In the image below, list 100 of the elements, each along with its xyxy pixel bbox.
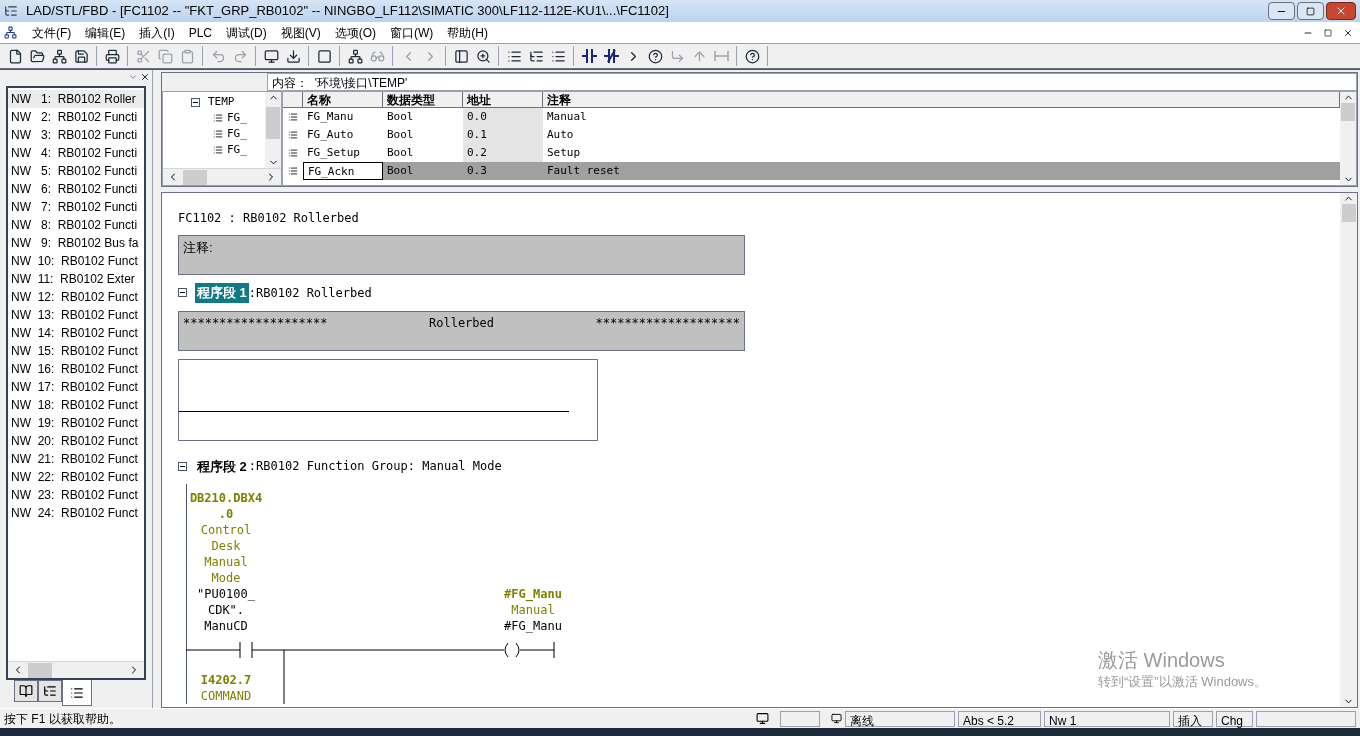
scroll-thumb[interactable] [1341, 204, 1356, 222]
save-icon [73, 48, 89, 64]
menu-item[interactable]: PLC [181, 23, 219, 42]
column-header[interactable]: 数据类型 [383, 92, 463, 107]
tree-label[interactable]: TEMP [208, 94, 235, 110]
network-label[interactable]: 程序段 1 [195, 283, 249, 303]
table-row[interactable]: FG_Setup Bool 0.2 Setup [283, 144, 1340, 162]
tree-item[interactable]: FG_ [227, 142, 247, 158]
close-icon [1343, 27, 1353, 38]
block-comment-box[interactable]: 注释: [178, 235, 745, 275]
network-list-item[interactable]: NW 16: RB0102 Funct [8, 360, 144, 378]
panel-tab[interactable] [14, 680, 38, 702]
restore-icon [1324, 28, 1332, 37]
column-header[interactable]: 名称 [303, 92, 383, 107]
network-list-item[interactable]: NW 4: RB0102 Functi [8, 144, 144, 162]
expander-icon[interactable] [178, 288, 187, 298]
network-list-item[interactable]: NW 22: RB0102 Funct [8, 468, 144, 486]
restore-button[interactable] [1297, 2, 1324, 20]
horizontal-scrollbar[interactable] [8, 661, 144, 678]
close-icon[interactable] [140, 72, 150, 82]
comment-label: 注释: [183, 240, 213, 255]
network-list-item[interactable]: NW 10: RB0102 Funct [8, 252, 144, 270]
table-cell-text: Auto [546, 127, 575, 143]
table-row[interactable]: FG_Auto Bool 0.1 Auto [283, 126, 1340, 144]
expander-icon[interactable] [178, 461, 187, 471]
network-list-item[interactable]: NW 6: RB0102 Functi [8, 180, 144, 198]
contact-symbol: CDK". [207, 602, 245, 618]
coil-symbol: #FG_Manu [504, 618, 562, 634]
variable-icon [288, 112, 298, 122]
vertical-scrollbar[interactable] [265, 92, 281, 168]
monitor-icon [263, 48, 279, 64]
contact-comment: Manual [204, 554, 248, 570]
contact-comment: Control [200, 522, 252, 538]
menu-item[interactable]: 文件(F) [25, 23, 79, 42]
scroll-thumb[interactable] [28, 662, 52, 678]
network-list-item[interactable]: NW 15: RB0102 Funct [8, 342, 144, 360]
window-icon [316, 48, 332, 64]
network-title: :RB0102 Rollerbed [248, 284, 372, 302]
menu-item[interactable]: 插入(I) [132, 23, 182, 42]
menu-item[interactable]: 窗口(W) [383, 23, 441, 42]
network-list-item[interactable]: NW 20: RB0102 Funct [8, 432, 144, 450]
scroll-thumb[interactable] [1341, 103, 1355, 121]
computer-icon [831, 713, 842, 724]
empty-network-box[interactable] [178, 358, 598, 441]
contact-comment: Desk [211, 538, 241, 554]
column-header[interactable]: 地址 [463, 92, 543, 107]
menu-item[interactable]: 调试(D) [219, 23, 274, 42]
undo-icon [210, 48, 226, 64]
coil-address: #FG_Manu [504, 586, 562, 602]
contact-comment: COMMAND [200, 688, 252, 704]
network-list-item[interactable]: NW 21: RB0102 Funct [8, 450, 144, 468]
network-list-item[interactable]: NW 1: RB0102 Roller [8, 90, 144, 108]
vertical-scrollbar[interactable] [1340, 193, 1357, 707]
table-row[interactable]: FG_Manu Bool 0.0 Manual [283, 108, 1340, 126]
content-label: 内容： '环境\接口\TEMP' [267, 73, 1357, 91]
network-list-item[interactable]: NW 5: RB0102 Functi [8, 162, 144, 180]
menu-item[interactable]: 选项(O) [327, 23, 383, 42]
network-list-item[interactable]: NW 19: RB0102 Funct [8, 414, 144, 432]
network-list-item[interactable]: NW 3: RB0102 Functi [8, 126, 144, 144]
horizontal-scrollbar[interactable] [163, 168, 281, 185]
menu-item[interactable]: 视图(V) [273, 23, 328, 42]
table-cell-text: Manual [546, 109, 588, 125]
table-row[interactable]: FG_Ackn Bool 0.3 Fault reset [283, 162, 1340, 180]
minimize-button[interactable] [1268, 2, 1295, 20]
tree-item[interactable]: FG_ [227, 126, 247, 142]
menu-item[interactable]: 编辑(E) [78, 23, 133, 42]
list-icon [506, 48, 522, 64]
network-list-item[interactable]: NW 7: RB0102 Functi [8, 198, 144, 216]
network-list-item[interactable]: NW 8: RB0102 Functi [8, 216, 144, 234]
expander-icon[interactable] [191, 97, 200, 107]
table-cell-text: Bool [386, 145, 415, 161]
variable-icon [213, 145, 223, 155]
network-comment-box[interactable]: ******************** Rollerbed ******************** [178, 310, 745, 351]
ladder-rung-drawing[interactable] [186, 641, 555, 704]
new-icon [7, 48, 23, 64]
coil-comment: Manual [511, 602, 555, 618]
network-list-item[interactable]: NW 18: RB0102 Funct [8, 396, 144, 414]
contact-symbol: "PU0100_ [197, 586, 255, 602]
scroll-thumb[interactable] [266, 107, 280, 139]
network-list-item[interactable]: NW 13: RB0102 Funct [8, 306, 144, 324]
network-list-item[interactable]: NW 9: RB0102 Bus fa [8, 234, 144, 252]
tree-icon [528, 48, 544, 64]
tree-item[interactable]: FG_ [227, 110, 247, 126]
close-icon [1335, 5, 1347, 17]
scroll-thumb[interactable] [183, 169, 207, 185]
network-list-item[interactable]: NW 17: RB0102 Funct [8, 378, 144, 396]
network-list-item[interactable]: NW 2: RB0102 Functi [8, 108, 144, 126]
network-list-item[interactable]: NW 12: RB0102 Funct [8, 288, 144, 306]
status-network: Nw 1 [1044, 710, 1170, 727]
network-list-item[interactable]: NW 11: RB0102 Exter [8, 270, 144, 288]
menu-item[interactable]: 帮助(H) [440, 23, 495, 42]
network-list-item[interactable]: NW 23: RB0102 Funct [8, 486, 144, 504]
table-cell: 0.1 [463, 126, 543, 144]
network-list-item[interactable]: NW 14: RB0102 Funct [8, 324, 144, 342]
network-list-item[interactable]: NW 24: RB0102 Funct [8, 504, 144, 522]
vertical-scrollbar[interactable] [1340, 92, 1356, 185]
window-title: LAD/STL/FBD - [FC1102 -- "FKT_GRP_RB0102" -- NINGBO_LF112\SIMATIC 300\LF112-112E-KU1\...\FC1102] [26, 2, 669, 21]
network-label[interactable]: 程序段 2 [195, 456, 249, 476]
panel-tab[interactable] [38, 680, 62, 702]
close-button[interactable] [1326, 2, 1356, 20]
